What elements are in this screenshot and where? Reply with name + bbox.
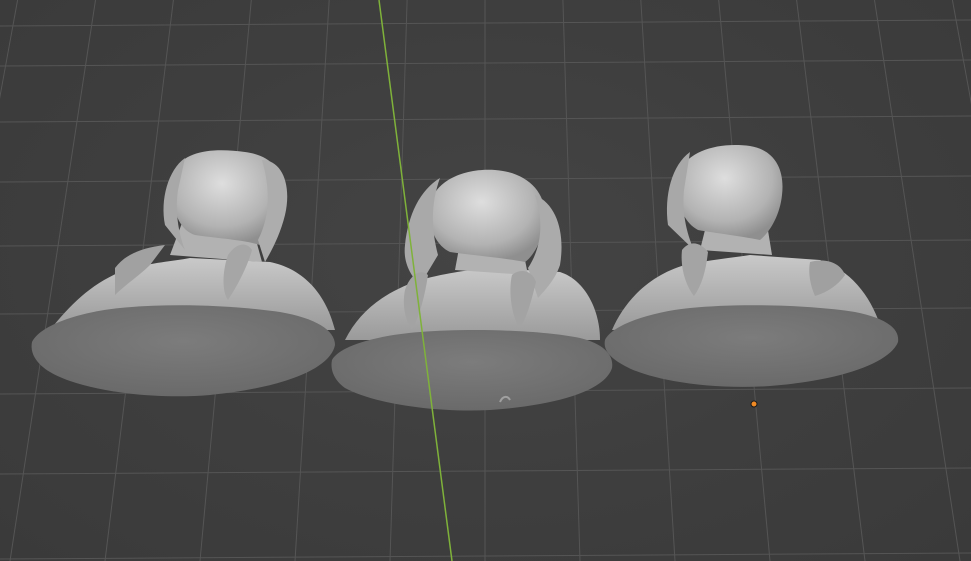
grid-line-depth: [951, 0, 971, 105]
bust-right[interactable]: [604, 145, 899, 387]
bust-left[interactable]: [31, 150, 335, 397]
bust-center[interactable]: [331, 169, 613, 411]
viewport-canvas[interactable]: [0, 0, 971, 561]
origin-marker: [750, 400, 758, 408]
grid-line-depth: [9, 0, 96, 561]
grid-line-depth: [0, 0, 19, 100]
3d-viewport[interactable]: [0, 0, 971, 561]
grid-line-depth: [874, 0, 961, 561]
grid-line-depth: [389, 0, 408, 561]
